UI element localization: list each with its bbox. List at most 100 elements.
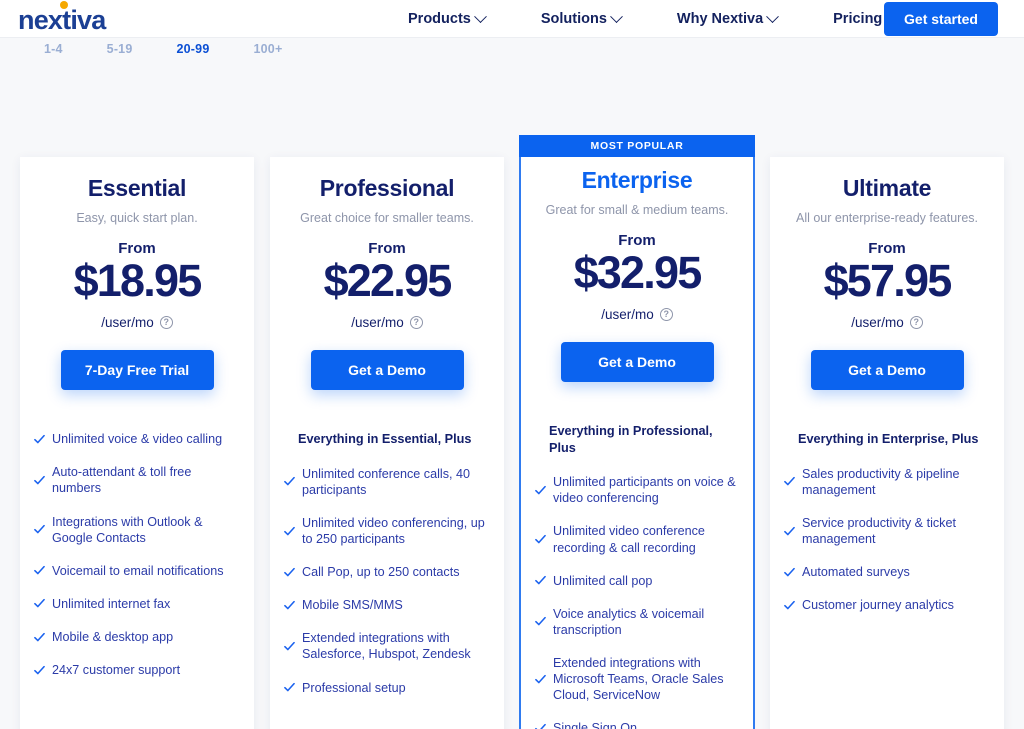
feature-item-label: Mobile SMS/MMS [302,598,403,613]
help-icon[interactable]: ? [659,308,673,322]
checkmark-icon [784,476,795,487]
tab-size-100-plus[interactable]: 100+ [231,42,304,56]
checkmark-icon [284,682,295,693]
feature-list-ultimate: Everything in Enterprise, Plus Sales prod… [770,431,1004,613]
price-from-label: From [868,239,906,257]
pricing-card-essential: Essential Easy, quick start plan. From $… [20,157,254,729]
plan-tagline: Great for small & medium teams. [545,203,729,217]
feature-item: Single Sign On [535,720,739,729]
checkmark-icon [34,598,45,609]
feature-item: Unlimited call pop [535,573,739,589]
help-icon[interactable]: ? [909,316,923,330]
plan-name: Ultimate [842,175,932,201]
feature-item-label: Unlimited internet fax [52,596,171,611]
feature-item-label: Unlimited call pop [553,573,653,588]
help-icon[interactable]: ? [409,316,423,330]
plan-price: $18.95 [73,254,203,306]
checkmark-icon [284,641,295,652]
plan-tagline: Great choice for smaller teams. [300,211,474,225]
tab-size-5-19[interactable]: 5-19 [85,42,155,56]
pricing-card-professional: Professional Great choice for smaller te… [270,157,504,729]
price-unit-row: /user/mo ? [288,315,486,330]
feature-item: Mobile SMS/MMS [284,597,490,613]
feature-item-label: Integrations with Outlook & Google Conta… [52,514,203,545]
feature-item: Professional setup [284,680,490,696]
checkmark-icon [34,632,45,643]
plan-price: $32.95 [573,246,703,298]
logo-wordmark: nextiva [18,4,106,35]
feature-item-label: Voicemail to email notifications [52,563,224,578]
price-unit-row: /user/mo ? [539,307,735,322]
feature-item: Sales productivity & pipeline management [784,466,990,498]
feature-item-label: Mobile & desktop app [52,629,174,644]
plan-price: $22.95 [323,254,453,306]
feature-item-label: Automated surveys [802,565,910,580]
nav-item-why-nextiva-label: Why Nextiva [676,11,764,27]
price-unit-label: /user/mo [101,315,154,331]
checkmark-icon [284,600,295,611]
plan-cta-button-ultimate[interactable]: Get a Demo [810,350,964,391]
checkmark-icon [284,476,295,487]
plan-cta-button-professional[interactable]: Get a Demo [310,350,464,391]
pricing-cards-container: Essential Easy, quick start plan. From $… [0,60,1024,729]
checkmark-icon [784,600,795,611]
checkmark-icon [34,665,45,676]
feature-item: Mobile & desktop app [34,629,240,645]
card-header-enterprise: Enterprise Great for small & medium team… [521,135,753,383]
nav-item-products-label: Products [408,11,471,27]
checkmark-icon [535,723,546,729]
checkmark-icon [284,526,295,537]
price-unit-label: /user/mo [851,315,904,331]
tab-size-1-4[interactable]: 1-4 [22,42,85,56]
feature-list-enterprise: Everything in Professional, Plus Unlimite… [521,423,753,729]
plan-tagline: Easy, quick start plan. [76,211,198,225]
feature-item-label: 24x7 customer support [52,663,181,678]
plan-name: Enterprise [581,167,693,193]
plan-cta-button-enterprise[interactable]: Get a Demo [560,342,714,383]
top-navigation-bar: nextiva Products Solutions Why Nextiva P… [0,0,1024,38]
checkmark-icon [784,526,795,537]
feature-item-label: Call Pop, up to 250 contacts [302,565,460,580]
help-icon[interactable]: ? [159,316,173,330]
company-size-tabs: 1-4 5-19 20-99 100+ [0,38,1024,60]
nav-item-solutions[interactable]: Solutions [513,9,649,27]
plan-name: Professional [319,175,455,201]
feature-item-label: Unlimited voice & video calling [52,432,223,447]
chevron-down-icon [610,9,623,23]
feature-item: Voice analytics & voicemail transcriptio… [535,606,739,638]
price-unit-label: /user/mo [351,315,404,331]
most-popular-badge: MOST POPULAR [519,135,755,157]
feature-item-label: Service productivity & ticket management [802,515,956,547]
feature-item: Unlimited participants on voice & video … [535,474,739,506]
card-header-ultimate: Ultimate All our enterprise-ready featur… [770,175,1004,391]
feature-item: Extended integrations with Salesforce, H… [284,630,490,662]
pricing-card-enterprise: Enterprise Great for small & medium team… [519,135,755,729]
feature-item: Voicemail to email notifications [34,563,240,579]
checkmark-icon [284,567,295,578]
feature-item: Auto-attendant & toll free numbers [34,464,240,496]
feature-item: Unlimited video conference recording & c… [535,523,739,555]
checkmark-icon [535,534,546,545]
feature-item-label: Unlimited participants on voice & video … [553,475,736,506]
get-started-button[interactable]: Get started [884,2,998,36]
checkmark-icon [535,485,546,496]
plan-name: Essential [87,175,187,201]
nextiva-logo[interactable]: nextiva [18,0,106,35]
tab-size-20-99[interactable]: 20-99 [155,42,232,56]
feature-item-label: Extended integrations with Salesforce, H… [302,631,471,662]
feature-item-label: Voice analytics & voicemail transcriptio… [553,606,705,637]
feature-item-label: Professional setup [302,680,406,695]
nav-item-why-nextiva[interactable]: Why Nextiva [649,9,805,27]
feature-item-label: Auto-attendant & toll free numbers [52,465,192,496]
feature-item-label: Unlimited video conferencing, up to 250 … [302,515,485,547]
price-unit-row: /user/mo ? [38,315,236,330]
feature-list-essential: Unlimited voice & video calling Auto-atte… [20,431,254,678]
feature-item: Unlimited voice & video calling [34,431,240,447]
logo-dot-icon [60,0,68,9]
plan-cta-button-essential[interactable]: 7-Day Free Trial [60,350,214,391]
feature-item-label: Unlimited conference calls, 40 participa… [302,466,470,497]
feature-item: Extended integrations with Microsoft Tea… [535,655,739,703]
checkmark-icon [34,434,45,445]
nav-item-products[interactable]: Products [380,9,513,27]
feature-item: Customer journey analytics [784,597,990,613]
